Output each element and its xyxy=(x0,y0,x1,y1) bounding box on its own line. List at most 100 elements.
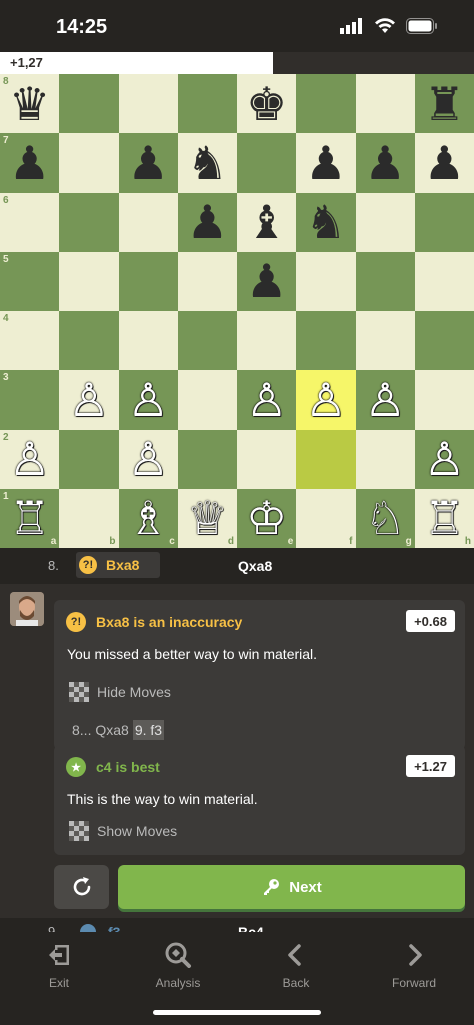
nav-forward[interactable]: Forward xyxy=(364,942,464,990)
black-piece[interactable]: ♟ xyxy=(424,140,465,186)
square-e2[interactable] xyxy=(237,429,297,489)
square-e7[interactable] xyxy=(237,133,297,193)
square-b4[interactable] xyxy=(59,311,119,371)
square-b3[interactable]: ♙ xyxy=(59,370,119,430)
black-piece[interactable]: ♟ xyxy=(246,258,287,304)
white-piece[interactable]: ♙ xyxy=(68,377,109,423)
square-h5[interactable] xyxy=(414,251,474,311)
square-d2[interactable] xyxy=(177,429,237,489)
square-b1[interactable]: b xyxy=(59,488,119,548)
white-piece[interactable]: ♙ xyxy=(246,377,287,423)
square-h7[interactable]: ♟ xyxy=(414,133,474,193)
square-d4[interactable] xyxy=(177,311,237,371)
square-c5[interactable] xyxy=(118,251,178,311)
square-f2[interactable] xyxy=(296,429,356,489)
square-h1[interactable]: h ♖ xyxy=(414,488,474,548)
square-a5[interactable]: 5 xyxy=(0,251,60,311)
square-c8[interactable] xyxy=(118,74,178,134)
square-b2[interactable] xyxy=(59,429,119,489)
square-d1[interactable]: d ♕ xyxy=(177,488,237,548)
black-piece[interactable]: ♟ xyxy=(9,140,50,186)
square-f6[interactable]: ♞ xyxy=(296,192,356,252)
square-a3[interactable]: 3 xyxy=(0,370,60,430)
square-b6[interactable] xyxy=(59,192,119,252)
square-b5[interactable] xyxy=(59,251,119,311)
square-a4[interactable]: 4 xyxy=(0,311,60,371)
white-move[interactable]: ?! Bxa8 xyxy=(76,552,160,578)
square-e5[interactable]: ♟ xyxy=(237,251,297,311)
square-d6[interactable]: ♟ xyxy=(177,192,237,252)
square-f7[interactable]: ♟ xyxy=(296,133,356,193)
square-g6[interactable] xyxy=(355,192,415,252)
nav-analysis[interactable]: Analysis xyxy=(128,942,228,990)
white-piece[interactable]: ♙ xyxy=(9,436,50,482)
white-piece[interactable]: ♙ xyxy=(305,377,346,423)
line-prefix[interactable]: 8... Qxa8 xyxy=(72,722,129,738)
square-e6[interactable]: ♝ xyxy=(237,192,297,252)
square-c6[interactable] xyxy=(118,192,178,252)
square-h2[interactable]: ♙ xyxy=(414,429,474,489)
nav-back[interactable]: Back xyxy=(246,942,346,990)
show-moves-toggle[interactable]: Show Moves xyxy=(69,821,177,841)
nav-exit[interactable]: Exit xyxy=(9,942,109,990)
square-f5[interactable] xyxy=(296,251,356,311)
square-d3[interactable] xyxy=(177,370,237,430)
square-g2[interactable] xyxy=(355,429,415,489)
square-g8[interactable] xyxy=(355,74,415,134)
square-c2[interactable]: ♙ xyxy=(118,429,178,489)
square-b7[interactable] xyxy=(59,133,119,193)
hide-moves-toggle[interactable]: Hide Moves xyxy=(69,682,171,702)
square-a1[interactable]: 1 a ♖ xyxy=(0,488,60,548)
black-piece[interactable]: ♟ xyxy=(365,140,406,186)
square-g1[interactable]: g ♘ xyxy=(355,488,415,548)
square-d5[interactable] xyxy=(177,251,237,311)
next-button[interactable]: Next xyxy=(118,865,465,909)
white-piece[interactable]: ♖ xyxy=(9,495,50,541)
square-e1[interactable]: e ♔ xyxy=(237,488,297,548)
black-piece[interactable]: ♜ xyxy=(424,81,465,127)
white-piece[interactable]: ♙ xyxy=(128,377,169,423)
black-piece[interactable]: ♝ xyxy=(246,199,287,245)
square-c3[interactable]: ♙ xyxy=(118,370,178,430)
square-h3[interactable] xyxy=(414,370,474,430)
square-f8[interactable] xyxy=(296,74,356,134)
retry-button[interactable] xyxy=(54,865,109,909)
square-d7[interactable]: ♞ xyxy=(177,133,237,193)
square-d8[interactable] xyxy=(177,74,237,134)
square-f3[interactable]: ♙ xyxy=(296,370,356,430)
square-f1[interactable]: f xyxy=(296,488,356,548)
square-h8[interactable]: ♜ xyxy=(414,74,474,134)
black-piece[interactable]: ♚ xyxy=(246,81,287,127)
white-piece[interactable]: ♗ xyxy=(128,495,169,541)
white-piece[interactable]: ♖ xyxy=(424,495,465,541)
black-piece[interactable]: ♞ xyxy=(305,199,346,245)
black-piece[interactable]: ♛ xyxy=(9,81,50,127)
chess-board[interactable]: 8 ♛ ♚ ♜ 7 ♟ ♟ ♞ ♟ ♟ ♟ 6 ♟ ♝ ♞ 5 ♟ 4 3 ♙ ♙ ♙ ♙ ♙ 2 ♙ ♙ ♙ 1 a ♖ b c ♗ d ♕ e ♔ f g… xyxy=(0,74,474,548)
square-c7[interactable]: ♟ xyxy=(118,133,178,193)
black-piece[interactable]: ♞ xyxy=(187,140,228,186)
white-piece[interactable]: ♙ xyxy=(128,436,169,482)
white-piece[interactable]: ♘ xyxy=(365,495,406,541)
square-a2[interactable]: 2 ♙ xyxy=(0,429,60,489)
square-f4[interactable] xyxy=(296,311,356,371)
black-piece[interactable]: ♟ xyxy=(187,199,228,245)
square-a7[interactable]: 7 ♟ xyxy=(0,133,60,193)
square-a6[interactable]: 6 xyxy=(0,192,60,252)
square-g4[interactable] xyxy=(355,311,415,371)
square-g7[interactable]: ♟ xyxy=(355,133,415,193)
square-b8[interactable] xyxy=(59,74,119,134)
white-piece[interactable]: ♙ xyxy=(424,436,465,482)
black-move[interactable]: Qxa8 xyxy=(238,558,272,574)
white-piece[interactable]: ♙ xyxy=(365,377,406,423)
square-g5[interactable] xyxy=(355,251,415,311)
square-g3[interactable]: ♙ xyxy=(355,370,415,430)
square-c4[interactable] xyxy=(118,311,178,371)
black-piece[interactable]: ♟ xyxy=(128,140,169,186)
line-current-move[interactable]: 9. f3 xyxy=(132,720,165,740)
square-e4[interactable] xyxy=(237,311,297,371)
square-a8[interactable]: 8 ♛ xyxy=(0,74,60,134)
square-e3[interactable]: ♙ xyxy=(237,370,297,430)
white-piece[interactable]: ♕ xyxy=(187,495,228,541)
black-piece[interactable]: ♟ xyxy=(305,140,346,186)
white-piece[interactable]: ♔ xyxy=(246,495,287,541)
